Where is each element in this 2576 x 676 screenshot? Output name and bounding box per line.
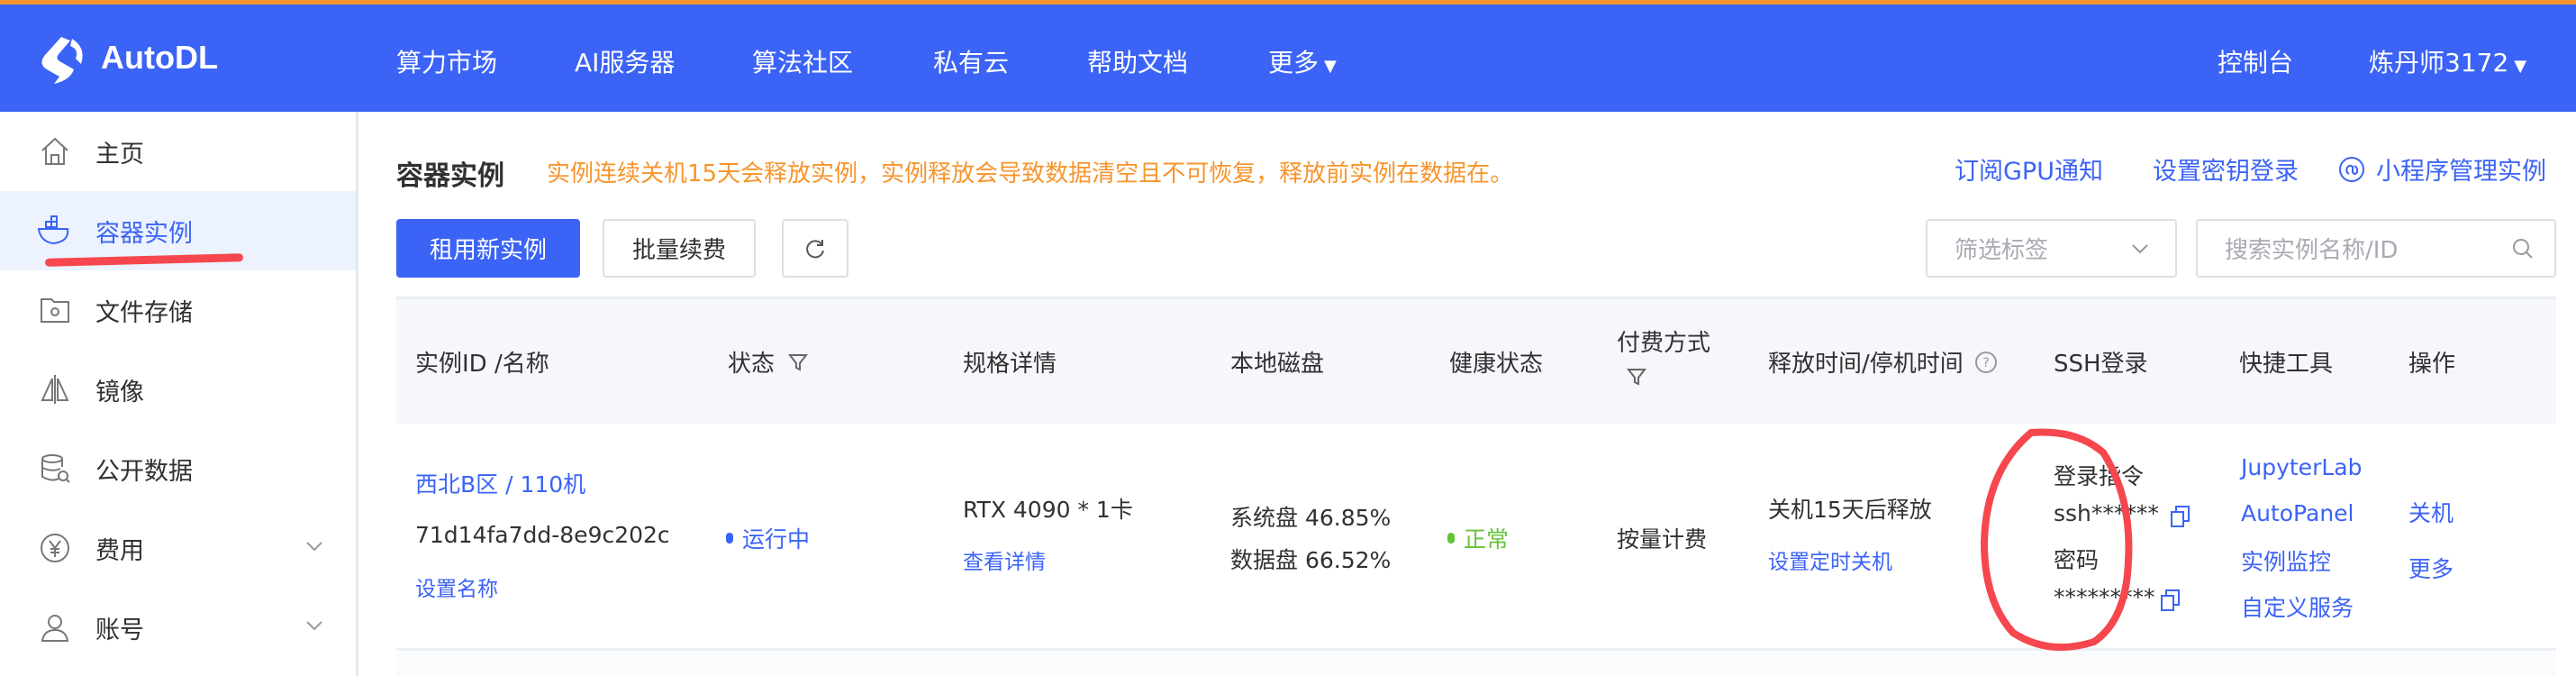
database-search-icon bbox=[36, 450, 74, 488]
batch-renew-button[interactable]: 批量续费 bbox=[603, 219, 756, 278]
help-icon[interactable]: ? bbox=[1974, 351, 1998, 374]
home-icon bbox=[36, 132, 74, 170]
tool-jupyterlab-link[interactable]: JupyterLab bbox=[2241, 454, 2362, 480]
chevron-down-icon bbox=[306, 542, 322, 552]
copy-icon[interactable] bbox=[2170, 505, 2191, 528]
status-dot bbox=[726, 533, 733, 544]
sidebar-item-label: 账号 bbox=[95, 616, 144, 644]
instance-search-input[interactable]: 搜索实例名称/ID bbox=[2196, 219, 2556, 278]
col-status[interactable]: 状态 bbox=[728, 345, 809, 379]
ssh-key-link[interactable]: 设置密钥登录 bbox=[2153, 151, 2299, 187]
folder-gear-icon bbox=[36, 291, 74, 329]
page-title: 容器实例 bbox=[396, 160, 504, 192]
sidebar-item-account[interactable]: 账号 bbox=[0, 588, 356, 667]
caret-down-icon: ▼ bbox=[1324, 57, 1337, 76]
filter-icon[interactable] bbox=[1626, 366, 1647, 388]
scheduled-shutdown-link[interactable]: 设置定时关机 bbox=[1768, 544, 1892, 575]
rent-new-instance-button[interactable]: 租用新实例 bbox=[396, 219, 580, 278]
sidebar-item-images[interactable]: 镜像 bbox=[0, 350, 356, 429]
sidebar: 主页 容器实例 文件存储 镜像 公开数据 费用 账号 bbox=[0, 112, 358, 676]
nav-ai-server[interactable]: AI服务器 bbox=[575, 43, 675, 79]
nav-private-cloud[interactable]: 私有云 bbox=[933, 43, 1009, 79]
tool-monitor-link[interactable]: 实例监控 bbox=[2241, 544, 2331, 577]
svg-text:?: ? bbox=[1982, 356, 1989, 370]
col-billing: 付费方式 bbox=[1617, 330, 1711, 357]
gpu-spec: RTX 4090 * 1卡 bbox=[963, 497, 1133, 523]
more-actions-button[interactable]: 更多 bbox=[2408, 552, 2454, 584]
set-name-link[interactable]: 设置名称 bbox=[415, 571, 498, 602]
nav-algorithm-community[interactable]: 算法社区 bbox=[752, 43, 853, 79]
sidebar-item-home[interactable]: 主页 bbox=[0, 112, 356, 191]
col-release-label: 释放时间/停机时间 bbox=[1768, 351, 1964, 378]
data-disk-usage: 数据盘 66.52% bbox=[1230, 547, 1392, 573]
health-text: 正常 bbox=[1464, 526, 1510, 553]
user-menu[interactable]: 炼丹师3172 ▼ bbox=[2369, 43, 2526, 79]
refresh-icon bbox=[806, 239, 824, 258]
col-spec: 规格详情 bbox=[963, 351, 1057, 378]
chevron-down-icon bbox=[306, 621, 322, 631]
logo-text: AutoDL bbox=[101, 39, 218, 76]
search-icon bbox=[2513, 238, 2533, 259]
nav-more-label: 更多 bbox=[1268, 48, 1320, 78]
console-link[interactable]: 控制台 bbox=[2218, 43, 2293, 79]
status-text: 运行中 bbox=[742, 526, 811, 553]
username: 炼丹师3172 bbox=[2369, 48, 2509, 78]
docker-icon bbox=[36, 212, 74, 250]
col-status-label: 状态 bbox=[728, 351, 776, 378]
caret-down-icon: ▼ bbox=[2514, 57, 2527, 76]
health-dot bbox=[1447, 533, 1455, 544]
yen-icon bbox=[36, 529, 74, 567]
tool-autopanel-link[interactable]: AutoPanel bbox=[2241, 500, 2354, 526]
search-placeholder: 搜索实例名称/ID bbox=[2225, 237, 2399, 264]
shutdown-button[interactable]: 关机 bbox=[2408, 496, 2454, 528]
col-health: 健康状态 bbox=[1449, 351, 1544, 378]
col-instance-id: 实例ID /名称 bbox=[415, 351, 549, 378]
sidebar-item-label: 主页 bbox=[95, 140, 144, 169]
sidebar-item-file-storage[interactable]: 文件存储 bbox=[0, 270, 356, 350]
annotation-circle bbox=[1980, 428, 2133, 652]
nav-help-docs[interactable]: 帮助文档 bbox=[1087, 43, 1188, 79]
col-actions: 操作 bbox=[2408, 351, 2456, 378]
refresh-button[interactable] bbox=[782, 219, 848, 278]
table-body-filler bbox=[396, 652, 2556, 676]
autodl-logo-icon bbox=[41, 37, 83, 84]
filter-icon[interactable] bbox=[787, 352, 809, 373]
tag-filter-select[interactable]: 筛选标签 bbox=[1926, 219, 2177, 278]
spec-detail-link[interactable]: 查看详情 bbox=[963, 544, 1046, 575]
nav-more[interactable]: 更多 ▼ bbox=[1268, 43, 1337, 79]
sidebar-item-billing[interactable]: 费用 bbox=[0, 508, 356, 588]
miniprogram-icon bbox=[2339, 156, 2364, 182]
sidebar-item-label: 费用 bbox=[95, 536, 144, 565]
health-badge: 正常 bbox=[1447, 522, 1509, 554]
instance-id: 71d14fa7dd-8e9c202c bbox=[415, 522, 670, 548]
nav-compute-market[interactable]: 算力市场 bbox=[396, 43, 497, 79]
col-tools: 快捷工具 bbox=[2239, 351, 2334, 378]
sidebar-item-public-data[interactable]: 公开数据 bbox=[0, 429, 356, 508]
image-mirror-icon bbox=[36, 370, 74, 408]
sidebar-item-label: 公开数据 bbox=[95, 457, 193, 486]
col-release-time: 释放时间/停机时间? bbox=[1768, 345, 1998, 379]
billing-type: 按量计费 bbox=[1617, 526, 1708, 553]
col-ssh: SSH登录 bbox=[2054, 351, 2148, 378]
gpu-notify-link[interactable]: 订阅GPU通知 bbox=[1955, 151, 2103, 187]
instance-name-link[interactable]: 西北B区 / 110机 bbox=[415, 467, 585, 499]
user-icon bbox=[36, 608, 74, 646]
release-policy: 关机15天后释放 bbox=[1768, 497, 1932, 523]
miniprogram-link[interactable]: 小程序管理实例 bbox=[2338, 151, 2546, 187]
miniprogram-label: 小程序管理实例 bbox=[2376, 158, 2546, 186]
release-warning: 实例连续关机15天会释放实例，实例释放会导致数据清空且不可恢复，释放前实例在数据… bbox=[547, 160, 1514, 187]
sidebar-item-label: 文件存储 bbox=[95, 298, 193, 327]
copy-icon[interactable] bbox=[2160, 589, 2181, 612]
tool-custom-service-link[interactable]: 自定义服务 bbox=[2241, 590, 2354, 623]
sidebar-item-label: 容器实例 bbox=[95, 219, 193, 248]
sidebar-item-label: 镜像 bbox=[95, 378, 144, 407]
system-disk-usage: 系统盘 46.85% bbox=[1230, 505, 1392, 531]
status-badge: 运行中 bbox=[726, 522, 810, 554]
chevron-down-icon bbox=[2132, 243, 2148, 253]
col-local-disk: 本地磁盘 bbox=[1230, 351, 1325, 378]
header: AutoDL 算力市场 AI服务器 算法社区 私有云 帮助文档 更多 ▼ 控制台 … bbox=[0, 5, 2576, 112]
tag-filter-placeholder: 筛选标签 bbox=[1955, 237, 2049, 264]
